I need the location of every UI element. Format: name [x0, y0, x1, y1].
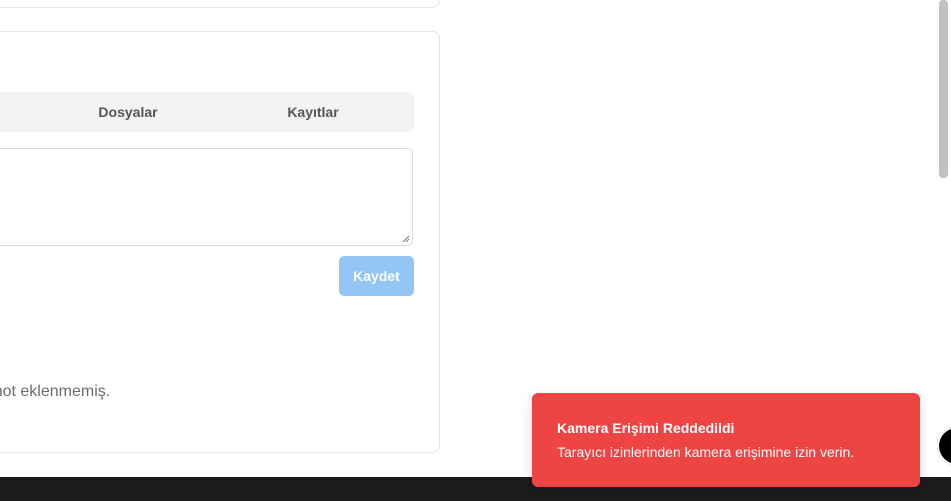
page: Dosyalar Kayıtlar Kaydet Henüz not eklen…	[0, 0, 951, 501]
tab-files[interactable]: Dosyalar	[88, 92, 168, 132]
previous-card	[0, 0, 440, 8]
save-button[interactable]: Kaydet	[339, 256, 414, 296]
toast-message: Tarayıcı izinlerinden kamera erişimine i…	[557, 444, 855, 460]
tab-records[interactable]: Kayıtlar	[278, 92, 348, 132]
note-textarea[interactable]	[0, 148, 413, 246]
tab-bar: Dosyalar Kayıtlar	[0, 92, 414, 132]
toast-title: Kamera Erişimi Reddedildi	[557, 420, 735, 436]
resize-handle-icon[interactable]	[402, 235, 410, 243]
scrollbar-thumb[interactable]	[939, 0, 948, 178]
empty-notes-message: Henüz not eklenmemiş.	[0, 383, 111, 400]
error-toast[interactable]: Kamera Erişimi Reddedildi Tarayıcı izinl…	[532, 393, 920, 487]
